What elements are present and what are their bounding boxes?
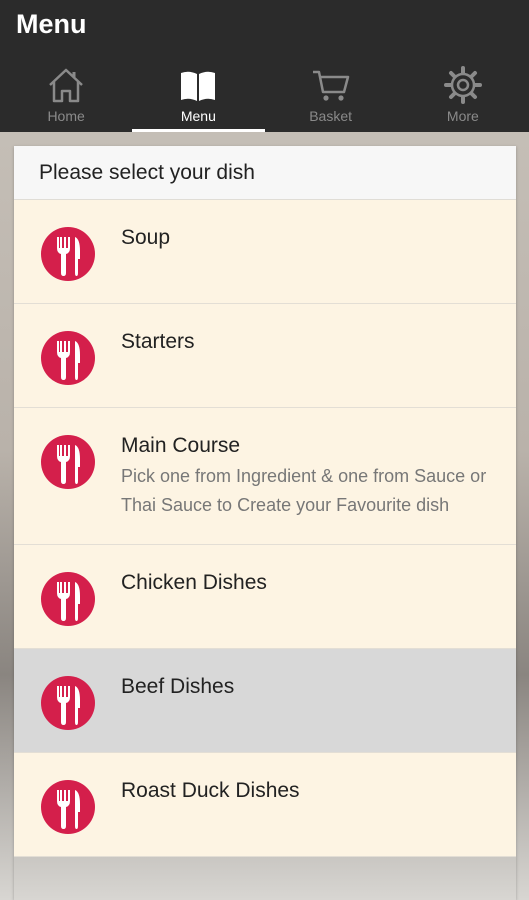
cart-icon: [312, 70, 349, 101]
tab-menu[interactable]: Menu: [132, 60, 265, 132]
dish-category-roast-duck[interactable]: Roast Duck Dishes: [14, 753, 516, 857]
tab-basket-label: Basket: [309, 108, 353, 124]
home-icon: [49, 68, 83, 103]
cutlery-icon: [41, 227, 95, 281]
dish-category-title: Beef Dishes: [121, 675, 235, 698]
dish-category-soup[interactable]: Soup: [14, 200, 516, 304]
dish-category-title: Soup: [121, 226, 171, 249]
dish-category-main-course[interactable]: Main Course Pick one from Ingredient & o…: [14, 408, 516, 545]
dish-category-title: Main Course: [121, 434, 241, 457]
dish-category-title: Roast Duck Dishes: [121, 779, 300, 802]
dish-category-description: Pick one from Ingredient & one from Sauc…: [121, 466, 487, 515]
panel-header: Please select your dish: [14, 146, 516, 200]
gear-icon: [443, 66, 482, 104]
cutlery-icon: [41, 572, 95, 626]
tab-home[interactable]: Home: [0, 60, 132, 132]
dish-category-title: Starters: [121, 330, 195, 353]
tab-menu-label: Menu: [180, 108, 216, 124]
cutlery-icon: [41, 435, 95, 489]
dish-category-title: Chicken Dishes: [121, 571, 267, 594]
app-title: Menu: [16, 9, 87, 39]
cutlery-icon: [41, 331, 95, 385]
app-bar: Menu Home Menu Basket More: [0, 0, 529, 132]
tab-basket[interactable]: Basket: [265, 60, 397, 132]
dish-category-beef[interactable]: Beef Dishes: [14, 649, 516, 753]
tab-home-label: Home: [47, 108, 85, 124]
book-icon: [181, 71, 216, 101]
tab-bar: Home Menu Basket More: [0, 60, 529, 132]
cutlery-icon: [41, 780, 95, 834]
tab-more[interactable]: More: [397, 60, 529, 132]
dish-category-starters[interactable]: Starters: [14, 304, 516, 408]
tab-more-label: More: [446, 108, 479, 124]
dish-category-panel: Please select your dish Soup Starters Ma…: [14, 146, 516, 900]
dish-category-chicken[interactable]: Chicken Dishes: [14, 545, 516, 649]
cutlery-icon: [41, 676, 95, 730]
